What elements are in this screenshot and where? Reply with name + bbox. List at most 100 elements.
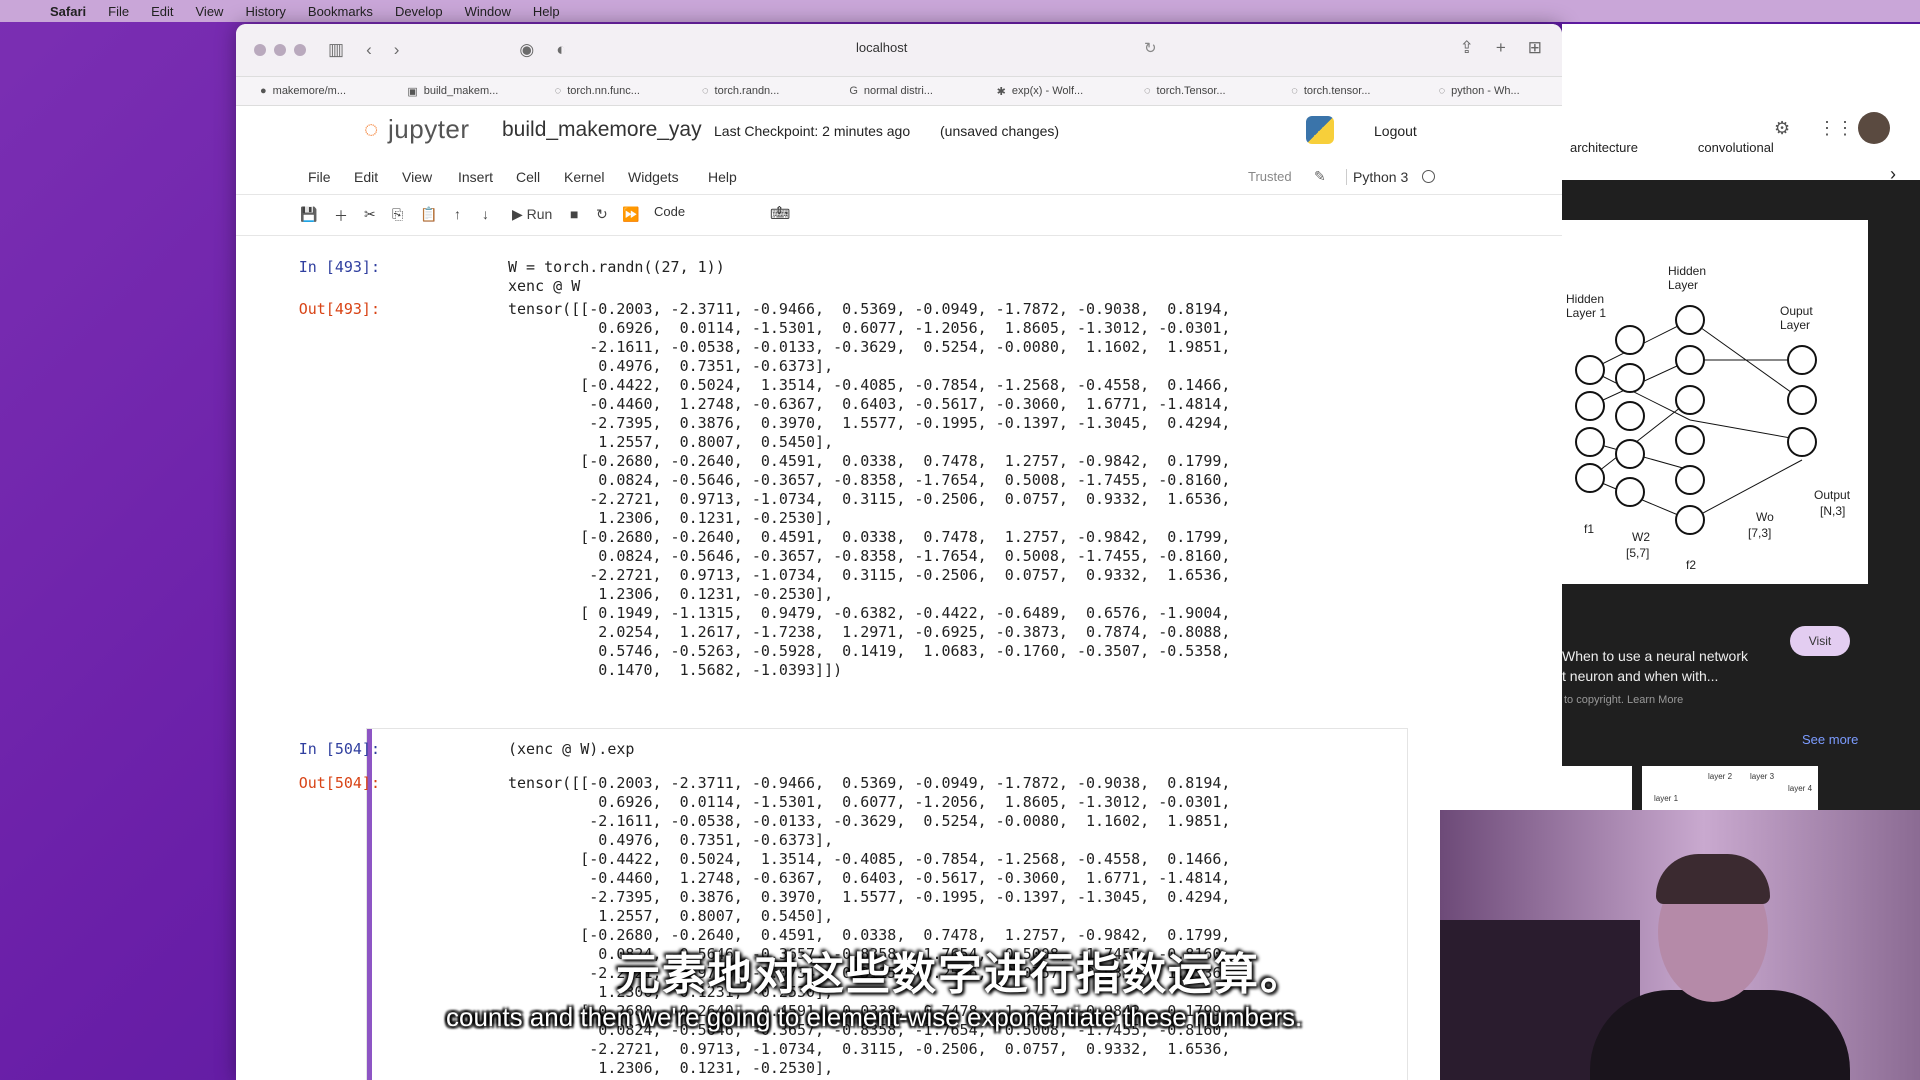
thumbnail-image[interactable] — [1562, 766, 1632, 814]
bookmark-item[interactable]: Gnormal distri... — [825, 85, 972, 97]
restart-icon[interactable]: ↻ — [596, 206, 608, 223]
menu-window[interactable]: Window — [465, 4, 511, 19]
keyboard-icon[interactable]: ⌨ — [770, 206, 790, 223]
cell-code[interactable]: (xenc @ W).exp — [508, 740, 634, 759]
diagram-label: [7,3] — [1748, 526, 1772, 540]
save-icon[interactable]: 💾 — [300, 206, 317, 223]
logout-button[interactable]: Logout — [1374, 123, 1417, 139]
browser-toolbar: ▥ ‹ › ◉ ◐ localhost ↻ ⇪ + ⊞ — [236, 24, 1562, 77]
forward-icon[interactable]: › — [394, 40, 400, 60]
jmenu-widgets[interactable]: Widgets — [628, 169, 679, 185]
image-caption[interactable]: When to use a neural network t neuron an… — [1562, 646, 1748, 686]
cut-icon[interactable]: ✂ — [364, 206, 376, 223]
reload-icon[interactable]: ↻ — [1144, 39, 1157, 57]
jupyter-brand[interactable]: jupyter — [388, 114, 470, 145]
stackoverflow-icon: ◌ — [1438, 85, 1446, 97]
unsaved-status: (unsaved changes) — [940, 123, 1060, 139]
google-icon: G — [849, 85, 858, 97]
jmenu-kernel[interactable]: Kernel — [564, 169, 604, 185]
stop-icon[interactable]: ■ — [570, 206, 578, 222]
run-button[interactable]: ▶ Run — [512, 206, 552, 223]
bookmark-item[interactable]: ◌ torch.randn... — [678, 85, 825, 97]
diagram-label: [5,7] — [1626, 546, 1650, 560]
diagram-label: W2 — [1632, 530, 1650, 544]
pytorch-icon: ◌ — [1143, 85, 1151, 97]
diagram-label: f2 — [1686, 558, 1697, 572]
webcam-overlay — [1440, 810, 1920, 1080]
zoom-window-button[interactable] — [294, 44, 306, 56]
bookmark-item[interactable]: ◌ torch.tensor... — [1267, 85, 1414, 97]
bookmark-item[interactable]: ◌ torch.Tensor... — [1120, 85, 1267, 97]
diagram-label: [N,3] — [1820, 504, 1846, 518]
avatar[interactable] — [1858, 112, 1890, 144]
move-down-icon[interactable]: ↓ — [482, 206, 489, 222]
copy-icon[interactable]: ⎘ — [392, 206, 403, 223]
jmenu-edit[interactable]: Edit — [354, 169, 378, 185]
side-browser-panel: ⚙ ⋮⋮ architecture convolutional › Hidden… — [1562, 24, 1920, 814]
thumb-label: layer 4 — [1788, 784, 1813, 793]
tag-architecture[interactable]: architecture — [1570, 140, 1638, 155]
thumb-label: layer 1 — [1654, 794, 1679, 803]
share-icon[interactable]: ⇪ — [1460, 38, 1474, 58]
back-icon[interactable]: ‹ — [366, 40, 372, 60]
input-prompt: In [504]: — [298, 740, 380, 758]
output-prompt: Out[504]: — [298, 774, 380, 792]
password-icon[interactable]: ◉ — [519, 40, 534, 60]
thumbnail-image[interactable]: layer 1 layer 2 layer 3 layer 4 — [1642, 766, 1818, 814]
menu-view[interactable]: View — [196, 4, 224, 19]
menu-safari[interactable]: Safari — [50, 4, 86, 19]
visit-button[interactable]: Visit — [1790, 626, 1850, 656]
copyright-note[interactable]: to copyright. Learn More — [1564, 694, 1683, 706]
jmenu-help[interactable]: Help — [708, 169, 737, 185]
play-icon: ▶ — [512, 206, 527, 222]
menu-file[interactable]: File — [108, 4, 129, 19]
bookmark-item[interactable]: ◌ python - Wh... — [1415, 85, 1562, 97]
notebook-name[interactable]: build_makemore_yay — [502, 118, 702, 142]
pytorch-icon: ◌ — [554, 85, 562, 97]
github-icon: ● — [260, 85, 267, 97]
menu-history[interactable]: History — [245, 4, 285, 19]
bookmark-item[interactable]: ◌ torch.nn.func... — [531, 85, 678, 97]
minimize-window-button[interactable] — [274, 44, 286, 56]
tag-convolutional[interactable]: convolutional — [1698, 140, 1774, 155]
diagram-label: Output — [1814, 488, 1851, 502]
bookmark-item[interactable]: ✱ exp(x) - Wolf... — [973, 85, 1120, 98]
network-nodes — [1575, 305, 1817, 535]
menu-develop[interactable]: Develop — [395, 4, 443, 19]
jmenu-view[interactable]: View — [402, 169, 432, 185]
tab-overview-icon[interactable]: ⊞ — [1528, 38, 1542, 58]
paste-icon[interactable]: 📋 — [420, 206, 437, 223]
diagram-label: Wo — [1756, 510, 1774, 524]
bookmark-item[interactable]: ▣ build_makem... — [383, 85, 530, 98]
jmenu-cell[interactable]: Cell — [516, 169, 540, 185]
kernel-name[interactable]: Python 3 — [1346, 169, 1408, 185]
cell-code[interactable]: W = torch.randn((27, 1)) xenc @ W — [508, 258, 725, 296]
menu-help[interactable]: Help — [533, 4, 560, 19]
cell-type-select[interactable]: Code ⇕ — [654, 204, 784, 224]
insert-cell-icon[interactable]: ＋ — [334, 206, 348, 226]
pencil-icon[interactable]: ✎ — [1314, 168, 1326, 185]
jmenu-file[interactable]: File — [308, 169, 331, 185]
menu-edit[interactable]: Edit — [151, 4, 173, 19]
jupyter-logo-icon[interactable]: ◌ — [364, 116, 378, 144]
jmenu-insert[interactable]: Insert — [458, 169, 493, 185]
trusted-indicator[interactable]: Trusted — [1248, 169, 1292, 184]
move-up-icon[interactable]: ↑ — [454, 206, 461, 222]
shield-icon[interactable]: ◐ — [556, 40, 566, 60]
fast-forward-icon[interactable]: ⏩ — [622, 206, 639, 223]
bookmark-item[interactable]: ● makemore/m... — [236, 85, 383, 97]
image-preview-pane: Hidden Layer 1 Hidden Layer Ouput Layer … — [1562, 180, 1920, 814]
close-window-button[interactable] — [254, 44, 266, 56]
input-prompt: In [493]: — [298, 258, 380, 276]
bookmarks-bar: ● makemore/m... ▣ build_makem... ◌ torch.nn… — [236, 77, 1562, 106]
new-tab-icon[interactable]: + — [1496, 38, 1506, 58]
neural-network-diagram[interactable]: Hidden Layer 1 Hidden Layer Ouput Layer … — [1562, 220, 1868, 584]
address-bar[interactable]: localhost — [856, 40, 907, 55]
presenter-hair — [1656, 854, 1770, 904]
menu-bookmarks[interactable]: Bookmarks — [308, 4, 373, 19]
see-more-link[interactable]: See more — [1802, 732, 1858, 747]
sidebar-toggle-icon[interactable]: ▥ — [328, 40, 344, 60]
apps-grid-icon[interactable]: ⋮⋮ — [1818, 118, 1854, 139]
thumb-label: layer 2 — [1708, 772, 1733, 781]
gear-icon[interactable]: ⚙ — [1774, 118, 1790, 139]
